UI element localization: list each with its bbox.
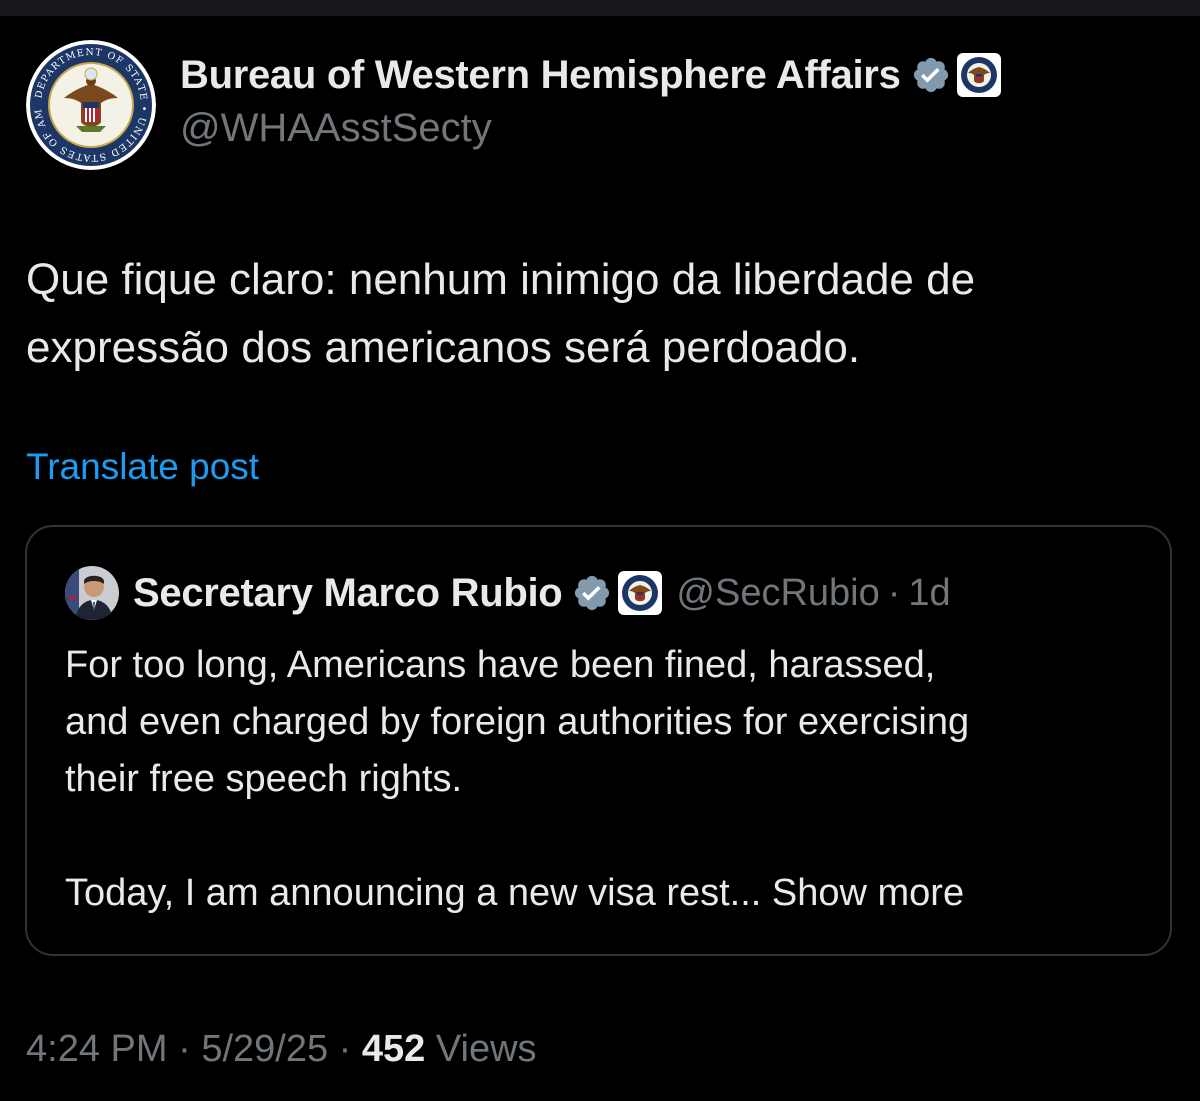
quoted-author-avatar[interactable]	[65, 566, 119, 620]
post-author: DEPARTMENT OF STATE • UNITED STATES OF A…	[26, 38, 1176, 170]
meta-separator: ·	[178, 1028, 191, 1070]
verified-badge-icon[interactable]	[911, 55, 951, 95]
quoted-text-line: their free speech rights.	[65, 758, 463, 800]
quoted-text-line: Today, I am announcing a new visa rest..…	[65, 865, 1145, 922]
author-handle[interactable]: @WHAAsstSecty	[180, 106, 492, 151]
department-of-state-seal-icon: DEPARTMENT OF STATE • UNITED STATES OF A…	[26, 40, 156, 170]
quoted-author-name[interactable]: Secretary Marco Rubio	[133, 571, 563, 616]
state-department-seal-icon[interactable]	[618, 571, 663, 615]
quoted-author-handle[interactable]: @SecRubio	[676, 572, 879, 615]
author-name-line: Bureau of Western Hemisphere Affairs	[180, 50, 1001, 100]
post-text-line: Que fique claro: nenhum inimigo da liber…	[26, 255, 976, 304]
quoted-post-header: Secretary Marco Rubio @SecRubio · 1d	[65, 565, 951, 621]
show-more-link[interactable]: Show more	[772, 872, 964, 914]
post-text: Que fique claro: nenhum inimigo da liber…	[26, 246, 1166, 382]
profile-photo-icon	[65, 566, 119, 620]
meta-separator: ·	[338, 1028, 352, 1070]
quoted-post-text: For too long, Americans have been fined,…	[65, 637, 1145, 922]
views-count[interactable]: 452	[362, 1028, 425, 1070]
post-time[interactable]: 4:24 PM	[26, 1028, 168, 1070]
author-name[interactable]: Bureau of Western Hemisphere Affairs	[180, 53, 901, 98]
post-text-line: expressão dos americanos será perdoado.	[26, 323, 861, 372]
quoted-post-card[interactable]: Secretary Marco Rubio @SecRubio · 1d For…	[25, 525, 1172, 956]
translate-post-link[interactable]: Translate post	[26, 446, 259, 488]
quoted-text-truncated: Today, I am announcing a new visa rest..…	[65, 872, 772, 914]
quoted-text-line: and even charged by foreign authorities …	[65, 701, 970, 743]
quoted-post-time[interactable]: 1d	[908, 572, 950, 615]
quoted-text-line: For too long, Americans have been fined,…	[65, 644, 936, 686]
views-label: Views	[435, 1028, 537, 1070]
post-date[interactable]: 5/29/25	[201, 1028, 328, 1070]
header-separator: ·	[887, 571, 901, 614]
verified-badge-icon[interactable]	[572, 573, 612, 613]
state-department-seal-icon[interactable]	[956, 53, 1001, 97]
author-avatar[interactable]: DEPARTMENT OF STATE • UNITED STATES OF A…	[26, 40, 156, 170]
top-divider	[0, 0, 1200, 16]
post-metadata: 4:24 PM · 5/29/25 · 452 Views	[26, 1028, 537, 1071]
